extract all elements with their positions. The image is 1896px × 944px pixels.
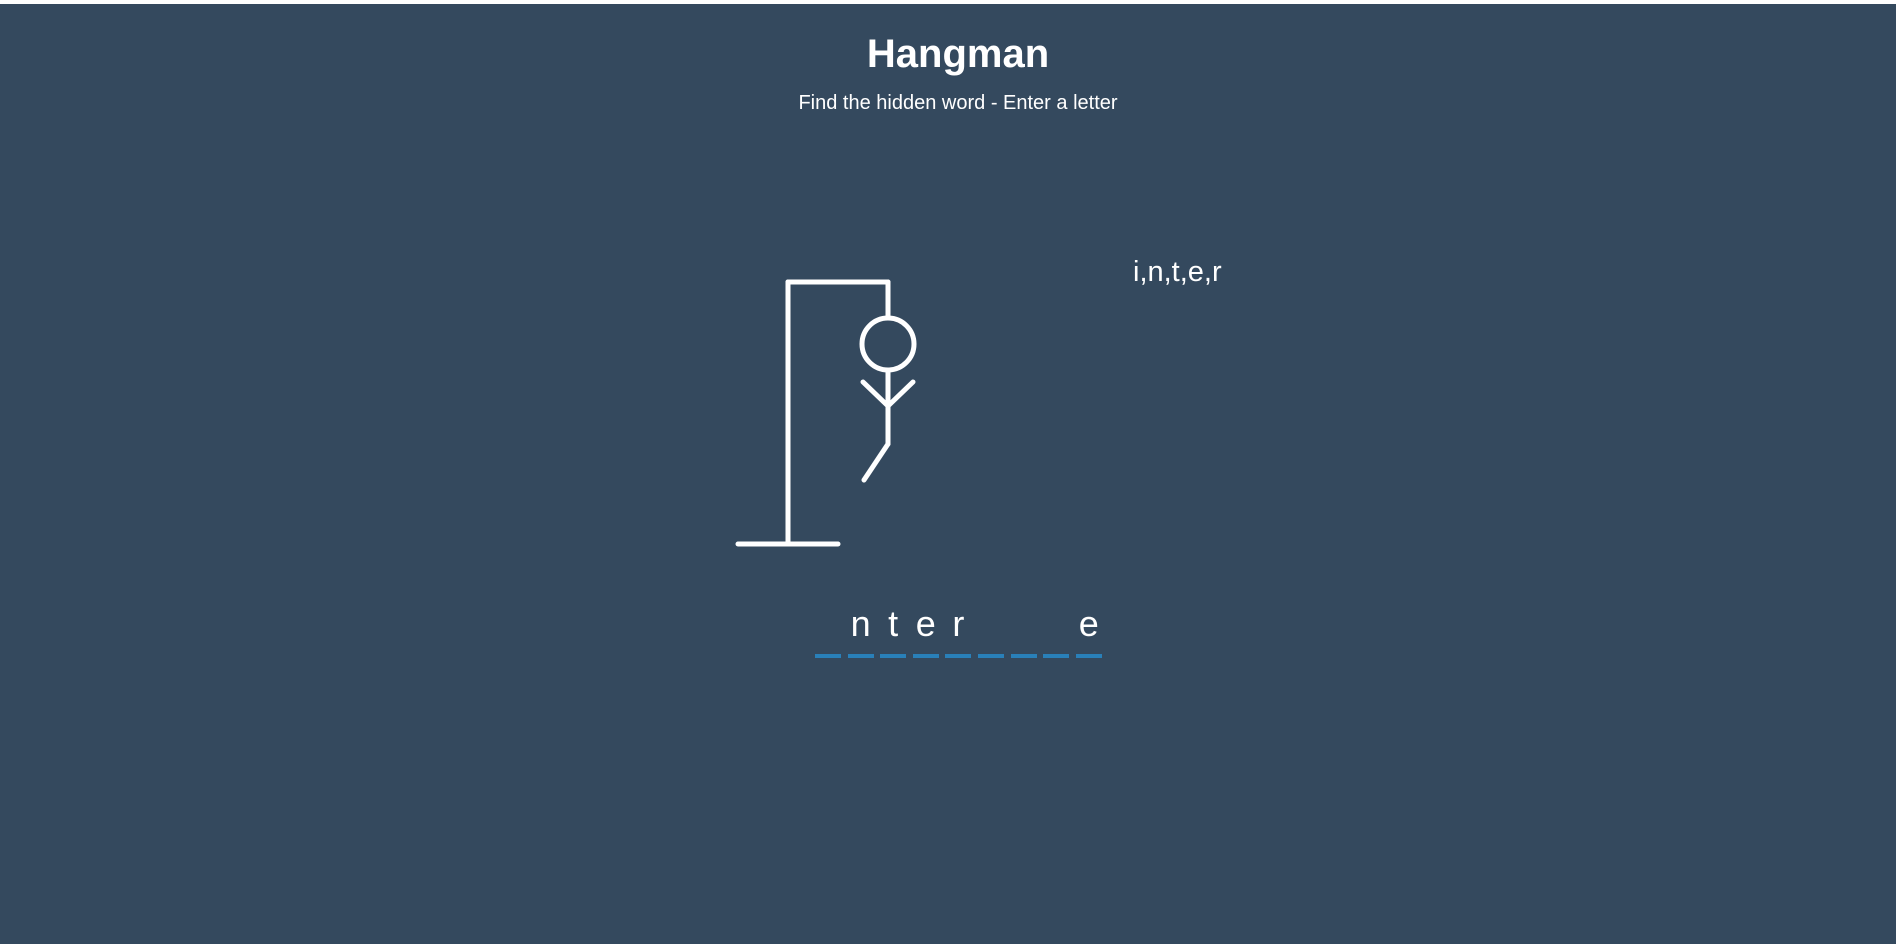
letter-slot <box>1010 602 1037 658</box>
letter-slot: t <box>880 602 907 658</box>
figure-left-leg <box>861 441 891 483</box>
hangman-drawing <box>785 279 917 483</box>
hidden-word: ntere <box>815 602 1108 658</box>
wrong-letters-list: i,n,t,e,r <box>1133 256 1222 288</box>
game-container: Hangman Find the hidden word - Enter a l… <box>0 4 1896 944</box>
letter-slot <box>977 602 1004 658</box>
letter-slot: n <box>847 602 874 658</box>
letter-slot: e <box>1075 602 1102 658</box>
letter-slot <box>815 602 841 658</box>
letter-slot: e <box>912 602 939 658</box>
instructions-text: Find the hidden word - Enter a letter <box>798 92 1118 114</box>
letter-slot: r <box>945 602 972 658</box>
page-title: Hangman <box>866 32 1050 76</box>
letter-slot <box>1043 602 1070 658</box>
figure-right-arm <box>885 379 916 409</box>
figure-left-arm <box>860 379 891 409</box>
figure-head <box>859 315 917 373</box>
